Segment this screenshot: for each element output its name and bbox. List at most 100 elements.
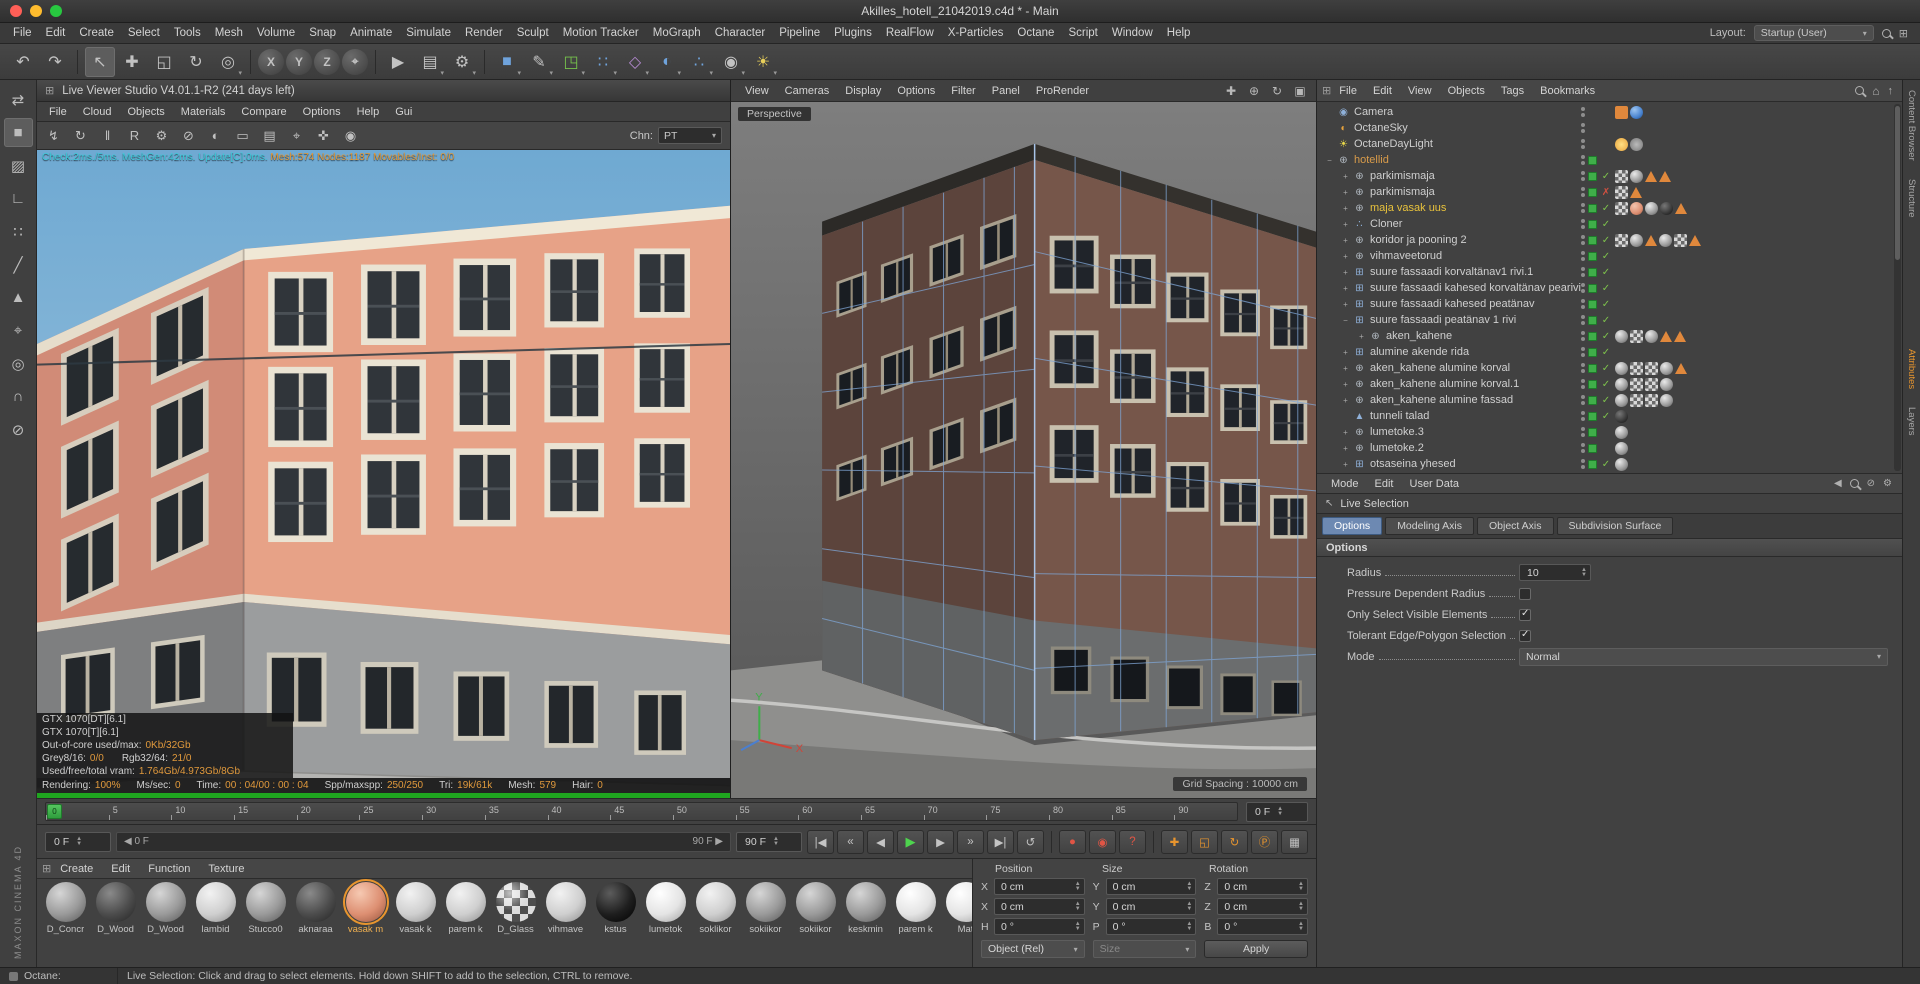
visible-elements-checkbox[interactable]	[1519, 608, 1531, 621]
maximize-view-icon[interactable]: ▣	[1290, 82, 1310, 100]
comp-tag[interactable]	[1615, 105, 1628, 119]
material-item[interactable]: vasak m	[342, 879, 389, 935]
object-label[interactable]: OctaneSky	[1354, 122, 1408, 134]
menu-item[interactable]: Character	[708, 27, 773, 39]
layer-state-chip[interactable]	[1588, 251, 1597, 261]
ball-tag[interactable]	[1615, 329, 1628, 343]
check-tag[interactable]	[1630, 377, 1643, 391]
timeline-tick[interactable]: 10	[171, 803, 234, 820]
visibility-dots[interactable]	[1581, 155, 1585, 165]
z-axis-lock-button[interactable]: Z ▾	[314, 48, 340, 75]
object-row[interactable]: + ⊕ lumetoke.2	[1317, 440, 1902, 456]
scrollbar-thumb[interactable]	[1895, 106, 1900, 261]
range-start-field[interactable]: 0 F ▲ ▼	[45, 831, 111, 852]
region-render-icon[interactable]: ▭	[230, 125, 255, 147]
enable-state[interactable]: ✓	[1600, 203, 1612, 214]
check-tag[interactable]	[1630, 329, 1643, 343]
menu-item[interactable]: ProRender	[1028, 85, 1097, 97]
timeline-tick[interactable]: 20	[296, 803, 360, 820]
side-tab-content-browser[interactable]: Content Browser	[1906, 86, 1917, 165]
live-selection-tool-icon[interactable]: ↖ ▾	[85, 46, 115, 77]
render-picture-viewer-button[interactable]: ▤ ▾	[415, 47, 445, 77]
enable-state[interactable]: ✓	[1600, 379, 1612, 390]
expand-toggle[interactable]: −	[1323, 156, 1336, 165]
timeline-grid-button[interactable]: ▦	[1281, 829, 1308, 854]
menu-item[interactable]: File	[41, 106, 75, 118]
position-input[interactable]: 0 cm ▲ ▼	[1105, 878, 1197, 895]
separator[interactable]	[1051, 830, 1052, 853]
enable-state[interactable]: ✓	[1600, 395, 1612, 406]
layer-state-chip[interactable]	[1588, 283, 1597, 293]
coordinate-system-button[interactable]: ⌖ ▾	[342, 48, 368, 75]
material-item[interactable]: parem k	[442, 882, 489, 935]
rotate-view-icon[interactable]: ↻	[1267, 82, 1287, 100]
x-axis-lock-button[interactable]: X ▾	[258, 48, 284, 75]
texture-mode-icon[interactable]: ▨	[4, 151, 33, 180]
object-type-icon[interactable]: ⊕	[1352, 203, 1367, 214]
visibility-dots[interactable]	[1581, 459, 1585, 469]
layer-state-chip[interactable]	[1588, 235, 1597, 245]
expand-toggle[interactable]: −	[1339, 316, 1352, 325]
stepper-arrows-icon[interactable]: ▲ ▼	[1298, 901, 1304, 912]
zoom-view-icon[interactable]: ⊕	[1244, 82, 1264, 100]
visibility-dots[interactable]	[1581, 315, 1585, 325]
enable-state[interactable]: ✓	[1600, 219, 1612, 230]
visibility-dots[interactable]	[1581, 331, 1585, 341]
enable-axis-icon[interactable]: ⌖	[4, 316, 33, 345]
tab-object-axis[interactable]: Object Axis	[1476, 517, 1554, 535]
tri-tag[interactable]	[1675, 362, 1687, 374]
keyframe-help-button[interactable]: ?	[1119, 829, 1146, 854]
enable-state[interactable]: ✗	[1600, 187, 1612, 198]
key-parameter-button[interactable]: Ⓟ	[1251, 829, 1278, 854]
material-item[interactable]: lambid	[192, 882, 239, 935]
range-end-field[interactable]: 90 F ▲ ▼	[736, 831, 802, 852]
redo-icon[interactable]: ↷ ▾	[40, 47, 70, 77]
menu-item[interactable]: File	[6, 27, 39, 39]
stepper-arrows-icon[interactable]: ▲ ▼	[1075, 881, 1081, 892]
menu-item[interactable]: Materials	[173, 106, 234, 118]
check-tag[interactable]	[1615, 233, 1628, 247]
material-item[interactable]: D_Concr	[42, 882, 89, 935]
menu-item[interactable]: Tags	[1493, 85, 1532, 97]
enable-state[interactable]: ✓	[1600, 315, 1612, 326]
viewport-canvas[interactable]: Y X Perspective Grid Spacing : 10000 cm	[731, 102, 1316, 798]
visibility-dots[interactable]	[1581, 171, 1585, 181]
spline-pen-button[interactable]: ✎ ▾	[524, 47, 554, 77]
focus-picker-icon[interactable]: ⌖	[284, 125, 309, 147]
visibility-dots[interactable]	[1581, 283, 1585, 293]
timeline-tick[interactable]: 80	[1049, 803, 1112, 820]
visibility-dots[interactable]	[1581, 443, 1585, 453]
enable-state[interactable]: ✓	[1600, 267, 1612, 278]
object-row[interactable]: + ⊕ koridor ja pooning 2 ✓	[1317, 232, 1902, 248]
visibility-dots[interactable]	[1581, 235, 1585, 245]
material-item[interactable]: lumetok	[642, 882, 689, 935]
size-mode-select[interactable]: Size ▾	[1092, 940, 1197, 958]
menu-item[interactable]: Plugins	[827, 27, 879, 39]
timeline-tick[interactable]: 65	[860, 803, 924, 820]
reset-render-button[interactable]: R	[122, 125, 147, 147]
visibility-dots[interactable]	[1581, 219, 1585, 229]
object-label[interactable]: aken_kahene alumine korval.1	[1370, 378, 1519, 390]
channel-select[interactable]: PT ▾	[658, 127, 722, 144]
tab-options[interactable]: Options	[1322, 517, 1383, 535]
menu-item[interactable]: Display	[837, 85, 889, 97]
size-input[interactable]: 0 cm ▲ ▼	[1217, 898, 1308, 915]
tri-tag[interactable]	[1645, 234, 1657, 246]
subdivision-surface-button[interactable]: ◳ ▾	[556, 47, 586, 77]
size-input[interactable]: 0 cm ▲ ▼	[1105, 898, 1197, 915]
ball-tag[interactable]	[1615, 361, 1628, 375]
expand-toggle[interactable]: +	[1339, 172, 1352, 181]
ball-tag[interactable]	[1615, 441, 1628, 455]
menu-item[interactable]: Filter	[943, 85, 983, 97]
blue-tag[interactable]	[1630, 105, 1643, 119]
next-key-button[interactable]: »	[957, 829, 984, 854]
object-type-icon[interactable]: ⊕	[1352, 235, 1367, 246]
object-row[interactable]: + ⊕ maja vasak uus ✓	[1317, 200, 1902, 216]
range-left-arrow-icon[interactable]: ◀	[124, 836, 134, 847]
rotate-tool-icon[interactable]: ↻ ▾	[181, 47, 211, 77]
menu-item[interactable]: Animate	[343, 27, 399, 39]
stepper-arrows-icon[interactable]: ▲ ▼	[1581, 567, 1587, 578]
tri-tag[interactable]	[1660, 330, 1672, 342]
view-label[interactable]: Perspective	[738, 107, 811, 121]
stepper-arrows-icon[interactable]: ▲ ▼	[1298, 921, 1304, 932]
